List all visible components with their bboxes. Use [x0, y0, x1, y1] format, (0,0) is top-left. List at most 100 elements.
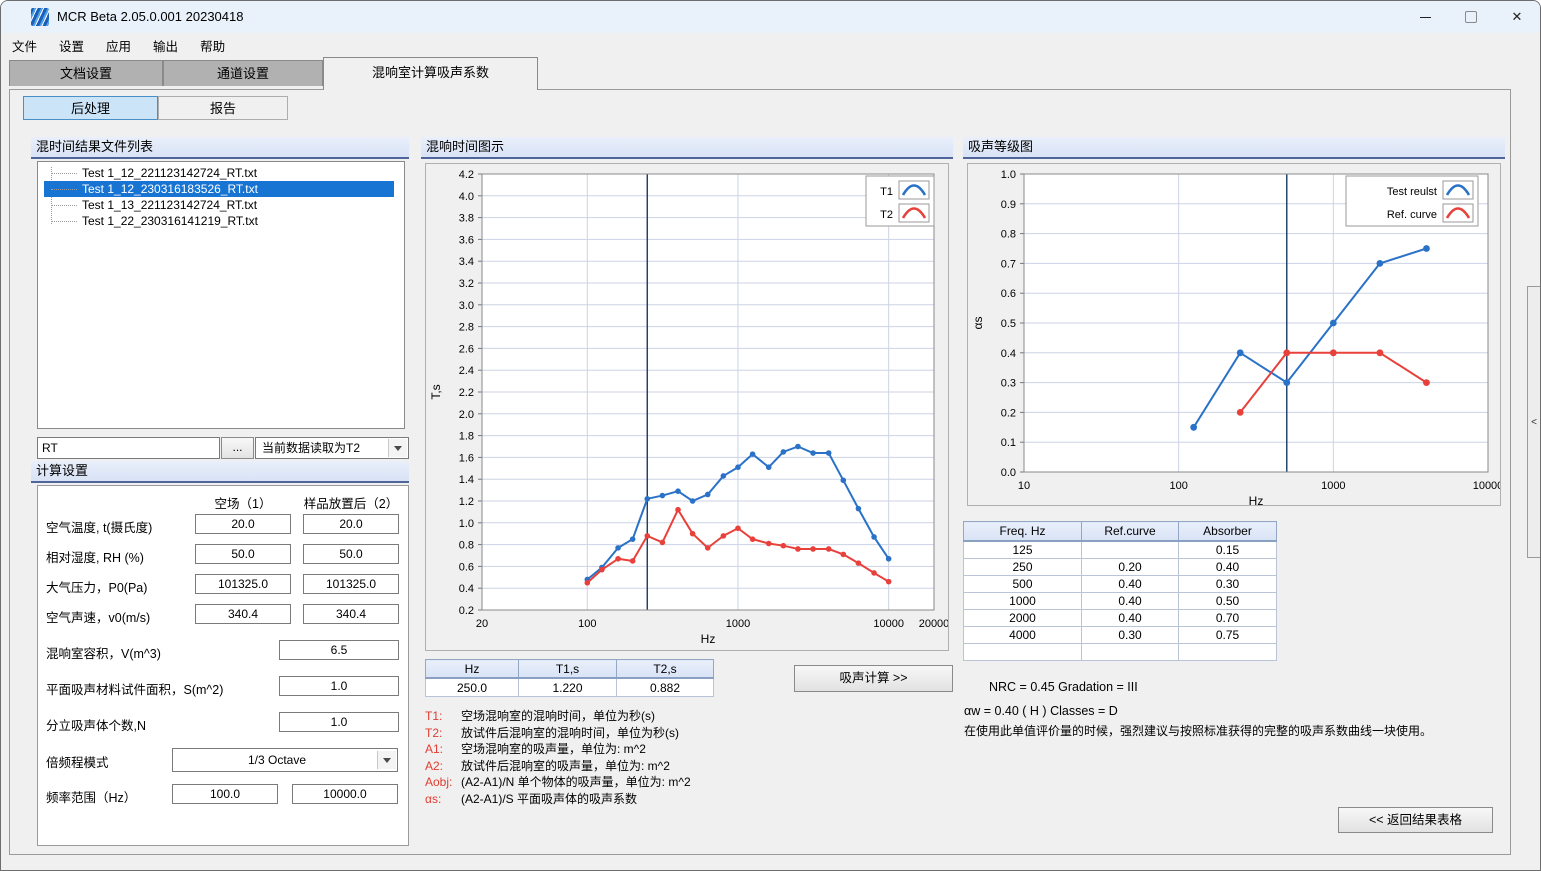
svg-text:3.8: 3.8: [459, 213, 474, 225]
svg-text:0.8: 0.8: [459, 540, 474, 552]
file-list-panel-title: 混时间结果文件列表: [31, 137, 409, 159]
svg-text:20000: 20000: [919, 618, 948, 630]
chevron-left-icon: <: [1531, 417, 1537, 428]
tab-0[interactable]: 文档设置: [9, 60, 163, 86]
calc-input-with-sample[interactable]: [303, 544, 399, 564]
svg-text:1.0: 1.0: [459, 518, 474, 530]
rating-chart-svg: 0.00.10.20.30.40.50.60.70.80.91.01010010…: [968, 164, 1500, 505]
calc-input-with-sample[interactable]: [303, 514, 399, 534]
svg-text:3.4: 3.4: [459, 256, 474, 268]
calc-input-empty-room[interactable]: [195, 544, 291, 564]
svg-text:0.6: 0.6: [1001, 288, 1016, 300]
note-key: A2:: [425, 758, 457, 774]
rt-file-list[interactable]: Test 1_12_221123142724_RT.txtTest 1_12_2…: [37, 161, 405, 429]
browse-button[interactable]: ...: [221, 437, 254, 459]
minimize-button[interactable]: [1402, 1, 1448, 33]
table-cell: 0.30: [1082, 627, 1179, 644]
data-source-value: 当前数据读取为T2: [262, 438, 386, 458]
calc-row-label: 平面吸声材料试件面积，S(m^2): [46, 679, 223, 698]
file-list-item[interactable]: Test 1_13_221123142724_RT.txt: [44, 197, 394, 213]
collapse-panel-handle[interactable]: <: [1527, 286, 1541, 558]
file-list-item[interactable]: Test 1_12_221123142724_RT.txt: [44, 165, 394, 181]
tab-2[interactable]: 混响室计算吸声系数: [323, 57, 538, 90]
svg-text:1000: 1000: [1321, 480, 1345, 492]
table-cell: 1000: [964, 593, 1082, 610]
svg-text:Hz: Hz: [1249, 494, 1264, 505]
cursor-readout-table: Hz T1,s T2,s 250.0 1.220 0.882: [425, 659, 714, 697]
calc-row-label: 混响室容积，V(m^3): [46, 643, 161, 662]
column-header-empty-room: 空场（1）: [191, 493, 295, 512]
table-header: Freq. Hz: [964, 522, 1082, 542]
svg-text:0.2: 0.2: [1001, 407, 1016, 419]
svg-text:Test reulst: Test reulst: [1387, 186, 1437, 198]
svg-text:4.2: 4.2: [459, 169, 474, 181]
return-results-button[interactable]: << 返回结果表格: [1338, 807, 1493, 833]
menu-item-0[interactable]: 文件: [1, 33, 48, 58]
table-header: Absorber: [1179, 522, 1277, 542]
note-text: 放试件后混响室的混响时间，单位为秒(s): [461, 726, 679, 740]
calc-input-empty-room[interactable]: [195, 514, 291, 534]
app-window: MCR Beta 2.05.0.001 20230418 ✕ 文件设置应用输出帮…: [0, 0, 1541, 871]
table-cell: [1082, 541, 1179, 559]
table-cell: 4000: [964, 627, 1082, 644]
table-cell: 0.75: [1179, 627, 1277, 644]
svg-text:1.0: 1.0: [1001, 169, 1016, 181]
menu-item-1[interactable]: 设置: [48, 33, 95, 58]
svg-text:0.4: 0.4: [1001, 348, 1016, 360]
chevron-down-icon: [388, 439, 407, 457]
rating-table: Freq. HzRef.curveAbsorber1250.152500.200…: [963, 521, 1277, 661]
table-header: T2,s: [617, 660, 714, 679]
table-cell: 0.882: [617, 678, 714, 697]
svg-text:3.6: 3.6: [459, 234, 474, 246]
calc-input-empty-room[interactable]: [195, 604, 291, 624]
menu-item-3[interactable]: 输出: [142, 33, 189, 58]
svg-text:0.5: 0.5: [1001, 318, 1016, 330]
note-line: A2:放试件后混响室的吸声量，单位为: m^2: [425, 758, 955, 774]
svg-text:1.8: 1.8: [459, 431, 474, 443]
svg-text:0.4: 0.4: [459, 583, 474, 595]
freq-range-label: 频率范围（Hz）: [46, 787, 136, 806]
file-list-item[interactable]: Test 1_22_230316141219_RT.txt: [44, 213, 394, 229]
svg-text:αs: αs: [971, 317, 985, 330]
svg-text:1.6: 1.6: [459, 452, 474, 464]
file-name: Test 1_12_230316183526_RT.txt: [82, 182, 258, 196]
calc-input-single[interactable]: [279, 676, 399, 696]
subtab-0[interactable]: 后处理: [23, 96, 158, 120]
calc-input-single[interactable]: [279, 640, 399, 660]
octave-mode-select[interactable]: 1/3 Octave: [172, 748, 398, 772]
calc-input-with-sample[interactable]: [303, 604, 399, 624]
calc-row-label: 空气温度, t(摄氏度): [46, 517, 152, 536]
title-bar: MCR Beta 2.05.0.001 20230418 ✕: [1, 1, 1540, 33]
svg-text:10: 10: [1018, 480, 1030, 492]
tree-branch-icon: [51, 221, 77, 222]
calc-row-label: 分立吸声体个数,N: [46, 715, 146, 734]
calc-input-single[interactable]: [279, 712, 399, 732]
svg-text:20: 20: [476, 618, 488, 630]
file-list-item[interactable]: Test 1_12_230316183526_RT.txt: [44, 181, 394, 197]
menu-item-4[interactable]: 帮助: [189, 33, 236, 58]
calc-row-label: 相对湿度, RH (%): [46, 547, 144, 566]
table-header: Hz: [426, 660, 519, 679]
maximize-button[interactable]: [1448, 1, 1494, 33]
calc-input-with-sample[interactable]: [303, 574, 399, 594]
subtab-1[interactable]: 报告: [158, 96, 288, 120]
data-source-select[interactable]: 当前数据读取为T2: [255, 437, 409, 459]
rt-chart-panel-title: 混响时间图示: [421, 137, 953, 159]
svg-text:T1: T1: [880, 186, 893, 198]
calc-row-label: 大气压力，P0(Pa): [46, 577, 147, 596]
svg-text:2.8: 2.8: [459, 322, 474, 334]
rt-name-input[interactable]: [37, 437, 220, 459]
absorption-calc-button[interactable]: 吸声计算 >>: [794, 665, 953, 692]
freq-range-high-input[interactable]: [292, 784, 398, 804]
freq-range-low-input[interactable]: [172, 784, 278, 804]
calc-input-empty-room[interactable]: [195, 574, 291, 594]
table-cell: 0.20: [1082, 559, 1179, 576]
table-cell: 0.15: [1179, 541, 1277, 559]
tab-1[interactable]: 通道设置: [163, 60, 323, 86]
app-icon: [31, 8, 49, 26]
close-button[interactable]: ✕: [1494, 1, 1540, 33]
menu-item-2[interactable]: 应用: [95, 33, 142, 58]
advice-text: 在使用此单值评价量的时候，强烈建议与按照标准获得的完整的吸声系数曲线一块使用。: [964, 722, 1432, 739]
table-cell: 0.30: [1179, 576, 1277, 593]
maximize-icon: [1465, 11, 1477, 23]
